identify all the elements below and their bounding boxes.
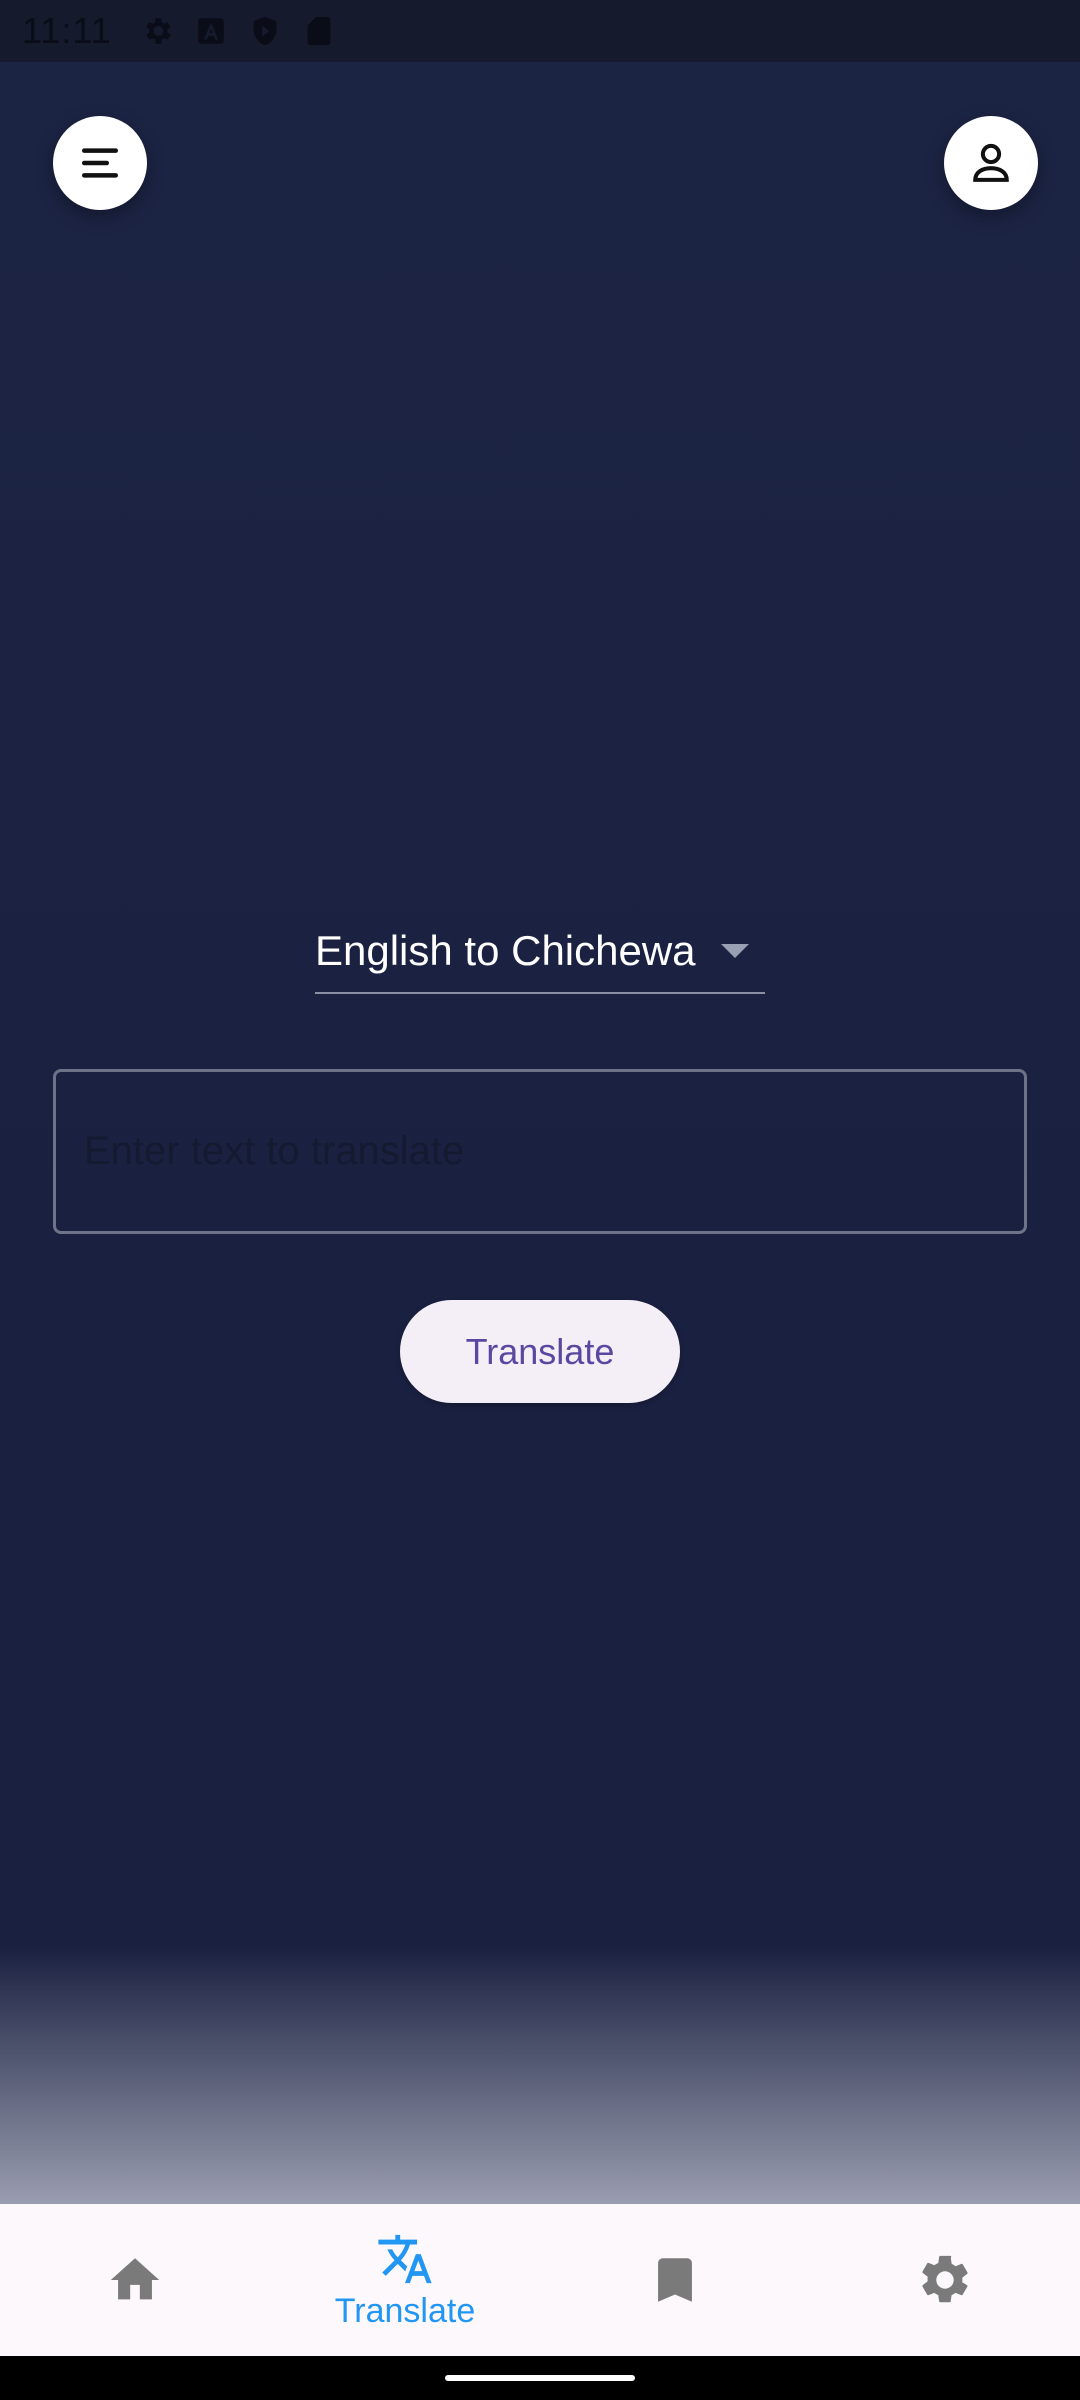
- status-notification-icons: [140, 14, 336, 48]
- person-icon: [973, 143, 1009, 182]
- home-icon: [110, 2258, 160, 2300]
- language-dropdown[interactable]: English to Chichewa: [315, 910, 765, 994]
- status-bar: 11:11: [0, 0, 1080, 62]
- menu-icon: [82, 148, 118, 178]
- profile-button[interactable]: [944, 116, 1038, 210]
- language-dropdown-value: English to Chichewa: [315, 927, 696, 974]
- nav-item-bookmarks[interactable]: [540, 2204, 810, 2356]
- translate-text-input[interactable]: [53, 1069, 1027, 1234]
- translate-button[interactable]: Translate: [400, 1300, 680, 1403]
- nav-item-translate[interactable]: Translate: [270, 2204, 540, 2356]
- status-time: 11:11: [22, 10, 112, 51]
- nav-item-settings[interactable]: [810, 2204, 1080, 2356]
- menu-button[interactable]: [53, 116, 147, 210]
- sdcard-status-icon: [307, 16, 331, 46]
- bottom-navigation: Translate: [0, 2204, 1080, 2356]
- gesture-navigation-area: [0, 2356, 1080, 2400]
- nav-item-translate-label: Translate: [334, 2291, 476, 2330]
- home-gesture-bar[interactable]: [445, 2375, 635, 2381]
- nav-item-home[interactable]: [0, 2204, 270, 2356]
- settings-status-icon: [145, 18, 171, 44]
- font-status-icon: [198, 18, 224, 44]
- shield-status-icon: [253, 16, 277, 46]
- gear-icon: [922, 2255, 968, 2303]
- translate-icon: [378, 2234, 432, 2283]
- dropdown-arrow-icon: [721, 944, 749, 958]
- bookmark-icon: [658, 2258, 692, 2302]
